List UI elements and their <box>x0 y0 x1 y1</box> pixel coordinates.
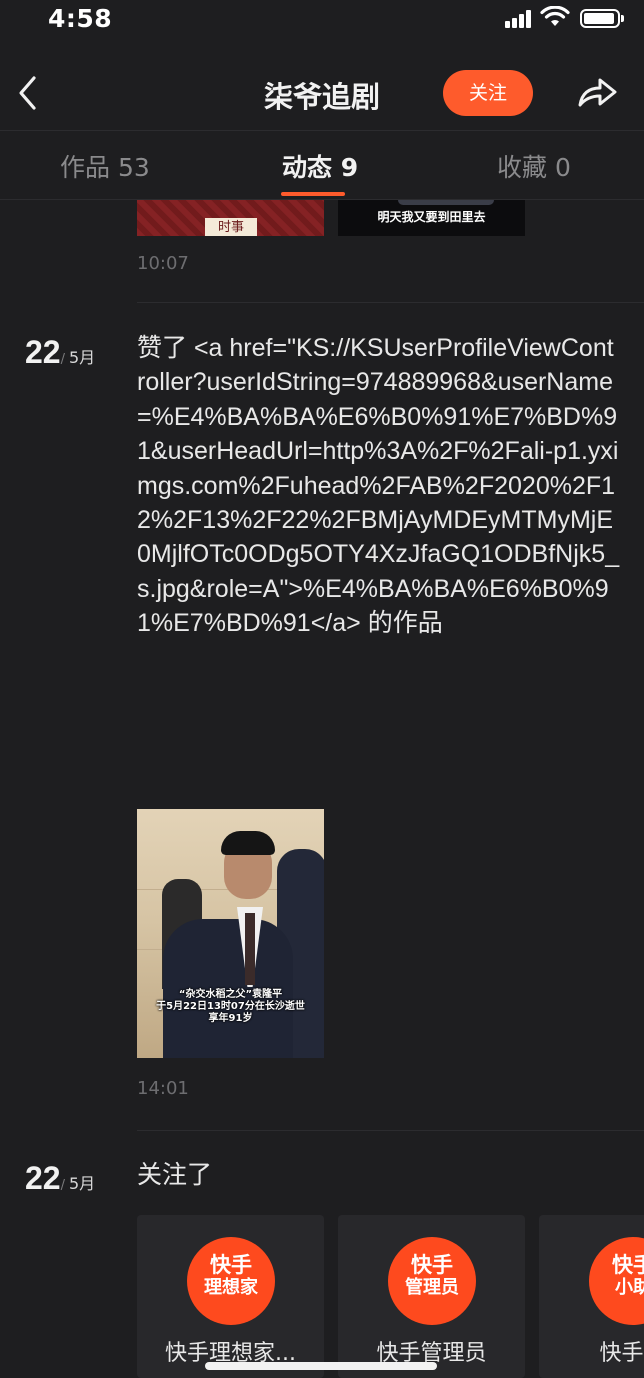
status-bar: 4:58 <box>0 0 644 40</box>
date-month: 5月 <box>68 1174 96 1193</box>
date-slash: / <box>60 352 65 367</box>
avatar: 快手 小助 <box>589 1237 644 1325</box>
date-day: 22 <box>25 1160 61 1196</box>
follow-button[interactable]: 关注 <box>443 70 533 116</box>
post-text: 赞了 <a href="KS://KSUserProfileViewContro… <box>137 334 620 638</box>
liked-video-thumbnail[interactable]: “杂交水稻之父”袁隆平 于5月22日13时07分在长沙逝世 享年91岁 <box>137 809 324 1058</box>
tab-favorites[interactable]: 收藏 0 <box>497 148 571 184</box>
avatar-text: 快手 <box>210 1253 252 1277</box>
followed-users: 快手 理想家 快手理想家... 快手 管理员 快手管理员 快手 小助 快手小 <box>137 1215 644 1378</box>
status-time: 4:58 <box>48 4 113 33</box>
home-indicator[interactable] <box>205 1362 437 1370</box>
thumbnail-plate-text: 时事 <box>205 218 257 236</box>
thumbnail-subtitle: 明天我又要到田里去 <box>377 210 486 224</box>
avatar: 快手 理想家 <box>187 1237 275 1325</box>
avatar-text: 理想家 <box>204 1277 258 1298</box>
feed-separator <box>137 302 644 303</box>
battery-icon <box>580 9 624 28</box>
video-thumbnail[interactable]: 明天我又要到田里去 <box>338 200 525 236</box>
post-time: 10:07 <box>137 253 189 274</box>
video-caption-line: 于5月22日13时07分在长沙逝世 <box>156 1001 305 1012</box>
thumbnail-figure <box>221 831 275 855</box>
thumbnail-figure <box>398 200 494 205</box>
back-button[interactable] <box>12 72 46 114</box>
video-caption-line: “杂交水稻之父”袁隆平 <box>178 989 283 1000</box>
avatar-text: 快手 <box>411 1253 453 1277</box>
post-date: 22/5月 <box>25 1160 95 1197</box>
wifi-icon <box>540 6 570 26</box>
post-text: 关注了 <box>137 1161 213 1189</box>
active-tab-indicator <box>281 192 345 196</box>
avatar-text: 小助 <box>615 1277 644 1298</box>
nav-divider <box>0 130 644 131</box>
video-thumbnail[interactable]: 时事 <box>137 200 324 236</box>
post-time: 14:01 <box>137 1078 189 1099</box>
user-card[interactable]: 快手 理想家 快手理想家... <box>137 1215 324 1378</box>
video-caption: “杂交水稻之父”袁隆平 于5月22日13时07分在长沙逝世 享年91岁 <box>137 989 324 1025</box>
page-title: 柒爷追剧 <box>263 80 380 114</box>
date-day: 22 <box>25 334 61 370</box>
nav-bar: 柒爷追剧 关注 <box>0 58 644 128</box>
user-card[interactable]: 快手 管理员 快手管理员 <box>338 1215 525 1378</box>
date-month: 5月 <box>68 348 96 367</box>
cellular-signal-icon <box>505 10 533 28</box>
profile-tabs: 作品 53 动态 9 收藏 0 <box>0 132 644 198</box>
user-card[interactable]: 快手 小助 快手小 <box>539 1215 644 1378</box>
avatar-text: 管理员 <box>405 1277 459 1298</box>
video-caption-line: 享年91岁 <box>208 1013 253 1024</box>
thumbnail-figure <box>245 913 255 985</box>
share-icon[interactable] <box>574 72 620 114</box>
avatar: 快手 管理员 <box>388 1237 476 1325</box>
avatar-text: 快手 <box>612 1253 644 1277</box>
feed-separator <box>137 1130 644 1131</box>
user-name: 快手小 <box>599 1341 644 1366</box>
tab-works[interactable]: 作品 53 <box>60 148 150 184</box>
tab-activity[interactable]: 动态 9 <box>282 148 358 184</box>
post-date: 22/5月 <box>25 334 95 371</box>
activity-feed[interactable]: 时事 明天我又要到田里去 10:07 22/5月 赞了 <a href="KS:… <box>0 200 644 1378</box>
date-slash: / <box>60 1178 65 1193</box>
